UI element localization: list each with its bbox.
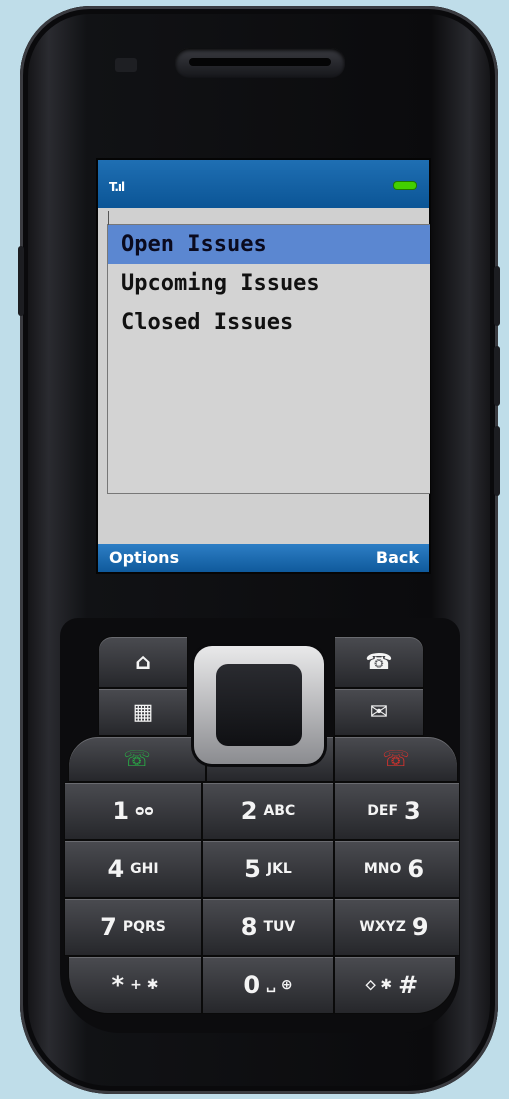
- key-7-number: 7: [100, 913, 117, 941]
- back-softkey[interactable]: Back: [376, 544, 419, 572]
- key-7-letters: PQRS: [122, 919, 166, 935]
- key-6[interactable]: MNO 6: [334, 840, 460, 898]
- menu-item-upcoming-issues[interactable]: Upcoming Issues: [108, 264, 430, 303]
- home-key[interactable]: ⌂: [98, 636, 188, 688]
- key-3-number: 3: [404, 797, 421, 825]
- end-call-key[interactable]: ☏: [334, 736, 458, 782]
- status-bar: T.ıl: [98, 160, 429, 208]
- key-8[interactable]: 8 TUV: [202, 898, 334, 956]
- battery-icon: [394, 182, 416, 189]
- mail-icon: ✉: [369, 699, 389, 725]
- key-5-number: 5: [244, 855, 261, 883]
- voicemail-icon: ᴑᴑ: [135, 803, 154, 819]
- contacts-icon: ☎: [365, 649, 393, 675]
- signal-icon: T.ıl: [109, 180, 125, 194]
- key-5-letters: JKL: [266, 861, 292, 877]
- key-hash[interactable]: ⬦ ✱ #: [334, 956, 456, 1014]
- key-2-letters: ABC: [263, 803, 296, 819]
- key-6-number: 6: [407, 855, 425, 883]
- select-key[interactable]: [216, 664, 302, 746]
- key-3[interactable]: DEF 3: [334, 782, 460, 840]
- key-4[interactable]: 4 GHI: [64, 840, 202, 898]
- phone-screen: T.ıl Open Issues Upcoming Issues Closed …: [96, 158, 431, 574]
- softkey-bar: Options Back: [98, 544, 429, 572]
- key-4-number: 4: [107, 855, 125, 883]
- front-camera: [115, 58, 137, 72]
- key-star-symbol: *: [111, 971, 125, 999]
- key-hash-letters: ⬦ ✱: [365, 977, 393, 993]
- key-3-letters: DEF: [367, 803, 399, 819]
- call-icon: ☏: [123, 746, 151, 772]
- call-key[interactable]: ☏: [68, 736, 206, 782]
- key-2-number: 2: [240, 797, 258, 825]
- right-side-button-bottom[interactable]: [494, 426, 500, 496]
- key-1[interactable]: 1 ᴑᴑ: [64, 782, 202, 840]
- issues-menu-list: Open Issues Upcoming Issues Closed Issue…: [107, 211, 430, 494]
- mail-key[interactable]: ✉: [334, 688, 424, 736]
- key-4-letters: GHI: [130, 861, 159, 877]
- calendar-key[interactable]: ▦: [98, 688, 188, 736]
- key-7[interactable]: 7 PQRS: [64, 898, 202, 956]
- contacts-key[interactable]: ☎: [334, 636, 424, 688]
- key-8-number: 8: [240, 913, 258, 941]
- key-1-number: 1: [112, 797, 130, 825]
- end-call-icon: ☏: [382, 746, 410, 772]
- calendar-icon: ▦: [132, 699, 154, 725]
- key-0-number: 0: [243, 971, 261, 999]
- right-side-button-mid[interactable]: [494, 346, 500, 406]
- navigation-key[interactable]: [194, 646, 324, 764]
- right-side-button-top[interactable]: [494, 266, 500, 326]
- key-8-letters: TUV: [263, 919, 296, 935]
- key-2[interactable]: 2 ABC: [202, 782, 334, 840]
- key-hash-symbol: #: [398, 971, 419, 999]
- key-0-letters: ␣ ⊕: [266, 977, 293, 993]
- key-9-letters: WXYZ: [359, 919, 406, 935]
- key-9-number: 9: [411, 913, 429, 941]
- key-star[interactable]: * + ✱: [68, 956, 202, 1014]
- key-6-letters: MNO: [363, 861, 402, 877]
- menu-item-closed-issues[interactable]: Closed Issues: [108, 303, 430, 342]
- key-0[interactable]: 0 ␣ ⊕: [202, 956, 334, 1014]
- earpiece: [175, 48, 345, 78]
- key-5[interactable]: 5 JKL: [202, 840, 334, 898]
- phone-body: T.ıl Open Issues Upcoming Issues Closed …: [18, 6, 500, 1094]
- home-icon: ⌂: [135, 649, 151, 675]
- left-side-button[interactable]: [18, 246, 24, 316]
- key-star-letters: + ✱: [130, 977, 159, 993]
- options-softkey[interactable]: Options: [109, 544, 179, 572]
- key-9[interactable]: WXYZ 9: [334, 898, 460, 956]
- menu-item-open-issues[interactable]: Open Issues: [108, 225, 430, 264]
